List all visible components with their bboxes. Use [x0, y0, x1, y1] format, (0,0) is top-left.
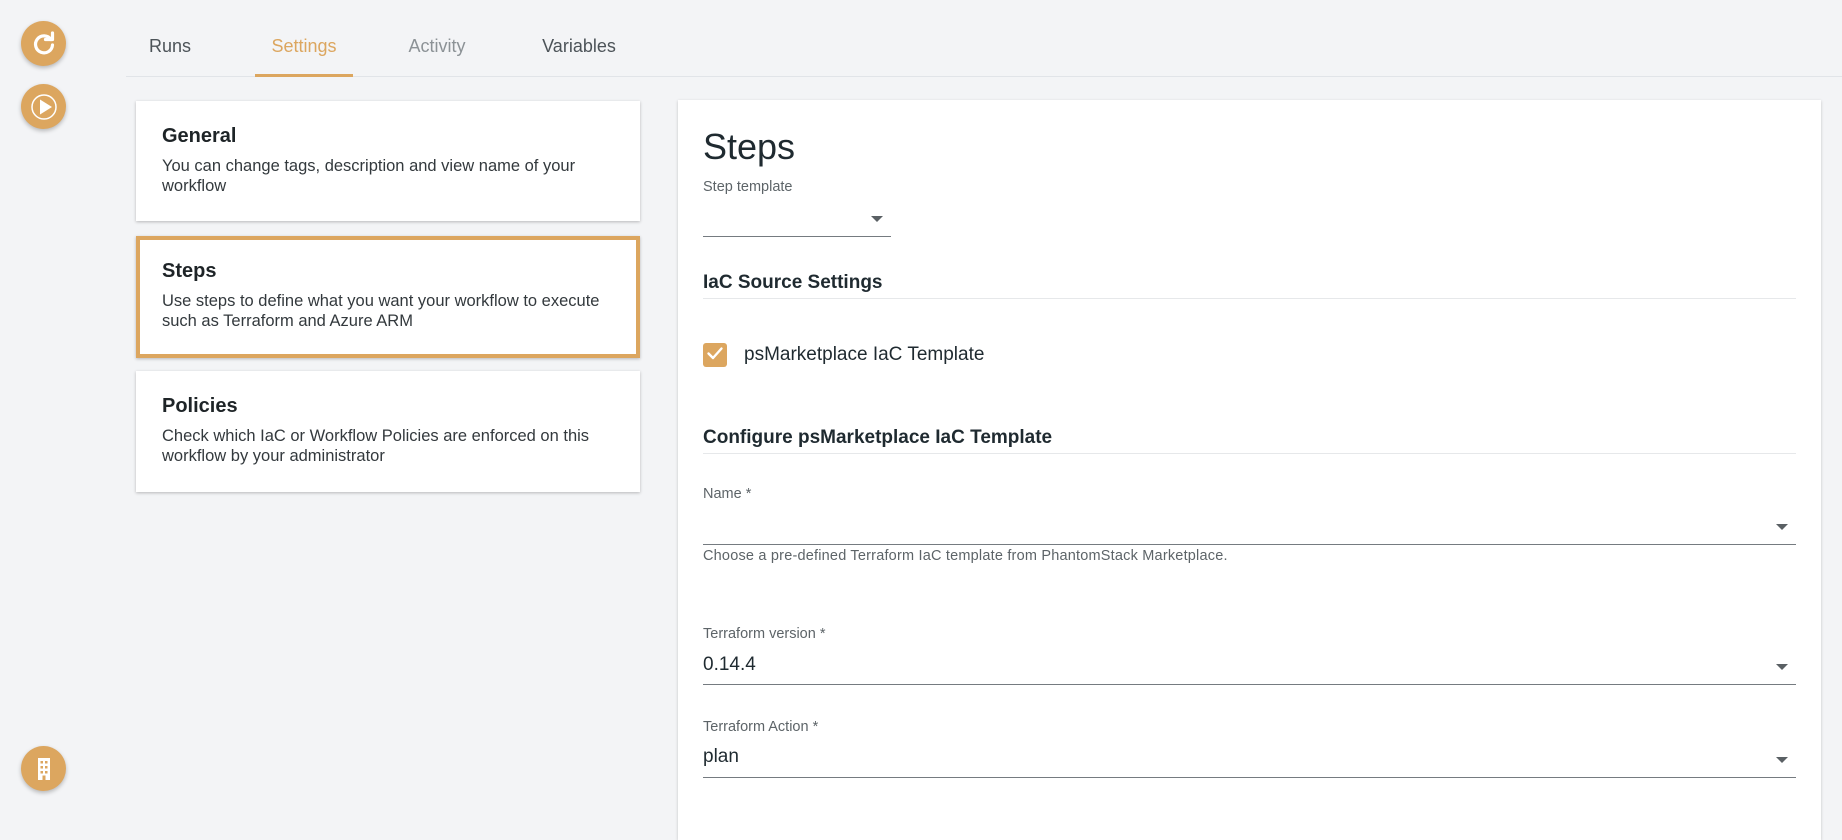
settings-card-policies[interactable]: Policies Check which IaC or Workflow Pol… [136, 371, 640, 492]
organization-button[interactable] [21, 746, 66, 791]
settings-card-general[interactable]: General You can change tags, description… [136, 101, 640, 221]
terraform-action-label: Terraform Action * [703, 719, 819, 735]
terraform-version-label: Terraform version * [703, 626, 826, 642]
refresh-button[interactable] [21, 21, 66, 66]
card-description: Use steps to define what you want your w… [162, 292, 600, 330]
page-title: Steps [703, 126, 796, 167]
tab-variables[interactable]: Variables [524, 0, 634, 76]
step-template-select[interactable] [703, 200, 891, 237]
card-title: General [162, 125, 237, 147]
settings-card-steps[interactable]: Steps Use steps to define what you want … [136, 236, 640, 358]
chevron-down-icon [1776, 757, 1788, 763]
card-description: Check which IaC or Workflow Policies are… [162, 427, 590, 465]
tab-bar: Runs Settings Activity Variables [126, 0, 1842, 77]
card-description: You can change tags, description and vie… [162, 157, 576, 195]
name-helper-text: Choose a pre-defined Terraform IaC templ… [703, 548, 1228, 564]
chevron-down-icon [1776, 664, 1788, 670]
name-select[interactable] [703, 510, 1796, 545]
chevron-down-icon [1776, 524, 1788, 530]
terraform-action-select[interactable]: plan [703, 741, 1796, 778]
building-icon [33, 757, 55, 781]
terraform-version-value: 0.14.4 [703, 654, 756, 675]
terraform-version-select[interactable]: 0.14.4 [703, 648, 1796, 685]
configure-heading: Configure psMarketplace IaC Template [703, 427, 1796, 454]
terraform-action-value: plan [703, 746, 739, 767]
left-rail [0, 0, 88, 812]
iac-source-heading: IaC Source Settings [703, 272, 1796, 299]
steps-panel: Steps Step template IaC Source Settings … [678, 100, 1821, 840]
chevron-down-icon [871, 216, 883, 222]
refresh-icon [31, 30, 57, 57]
psmarketplace-checkbox-label: psMarketplace IaC Template [744, 344, 985, 365]
card-title: Steps [162, 260, 217, 282]
play-icon [30, 93, 57, 120]
checkmark-icon [706, 344, 724, 367]
step-template-label: Step template [703, 179, 793, 195]
tab-activity[interactable]: Activity [388, 0, 486, 76]
run-button[interactable] [21, 84, 66, 129]
tab-runs[interactable]: Runs [126, 0, 214, 76]
name-label: Name * [703, 486, 752, 502]
psmarketplace-checkbox[interactable] [703, 343, 727, 367]
card-title: Policies [162, 395, 238, 417]
tab-settings[interactable]: Settings [255, 0, 353, 77]
